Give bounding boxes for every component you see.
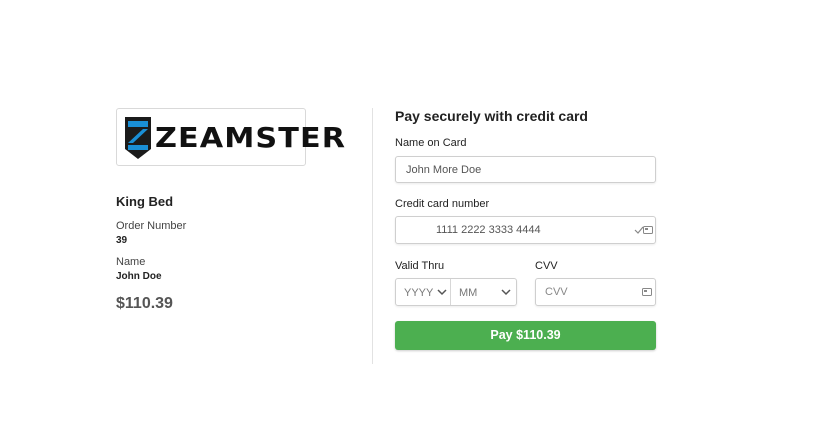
name-label: Name: [116, 256, 146, 268]
name-on-card-value: John More Doe: [406, 163, 482, 176]
name-on-card-input[interactable]: John More Doe: [395, 156, 656, 183]
name-on-card-label: Name on Card: [395, 137, 467, 149]
month-value: MM: [459, 287, 478, 299]
year-select[interactable]: YYYY: [396, 279, 450, 305]
month-select[interactable]: MM: [451, 279, 517, 305]
cvv-placeholder: CVV: [545, 286, 568, 298]
chevron-down-icon: [501, 289, 511, 296]
valid-thru-label: Valid Thru: [395, 260, 445, 272]
card-number-label: Credit card number: [395, 198, 490, 210]
name-value: John Doe: [116, 271, 162, 282]
order-number-label: Order Number: [116, 220, 187, 232]
card-icon: [643, 226, 653, 234]
form-title: Pay securely with credit card: [395, 108, 588, 124]
pay-button[interactable]: Pay $110.39: [395, 321, 656, 350]
zeamster-shield-icon: [125, 117, 151, 159]
brand-name: ZEAMSTER: [155, 121, 347, 154]
merchant-logo: ZEAMSTER: [116, 108, 345, 166]
order-amount: $110.39: [116, 295, 173, 312]
card-icon: [642, 288, 652, 296]
divider: [372, 108, 373, 364]
year-value: YYYY: [404, 287, 434, 299]
expiry-selects: YYYY MM: [395, 278, 517, 306]
cvv-input[interactable]: CVV: [535, 278, 656, 306]
card-number-value: 1111 2222 3333 4444: [436, 224, 541, 236]
card-number-input[interactable]: 1111 2222 3333 4444: [395, 216, 656, 244]
product-name: King Bed: [116, 194, 174, 209]
order-number-value: 39: [116, 235, 128, 246]
cvv-label: CVV: [535, 260, 558, 272]
chevron-down-icon: [437, 289, 447, 296]
